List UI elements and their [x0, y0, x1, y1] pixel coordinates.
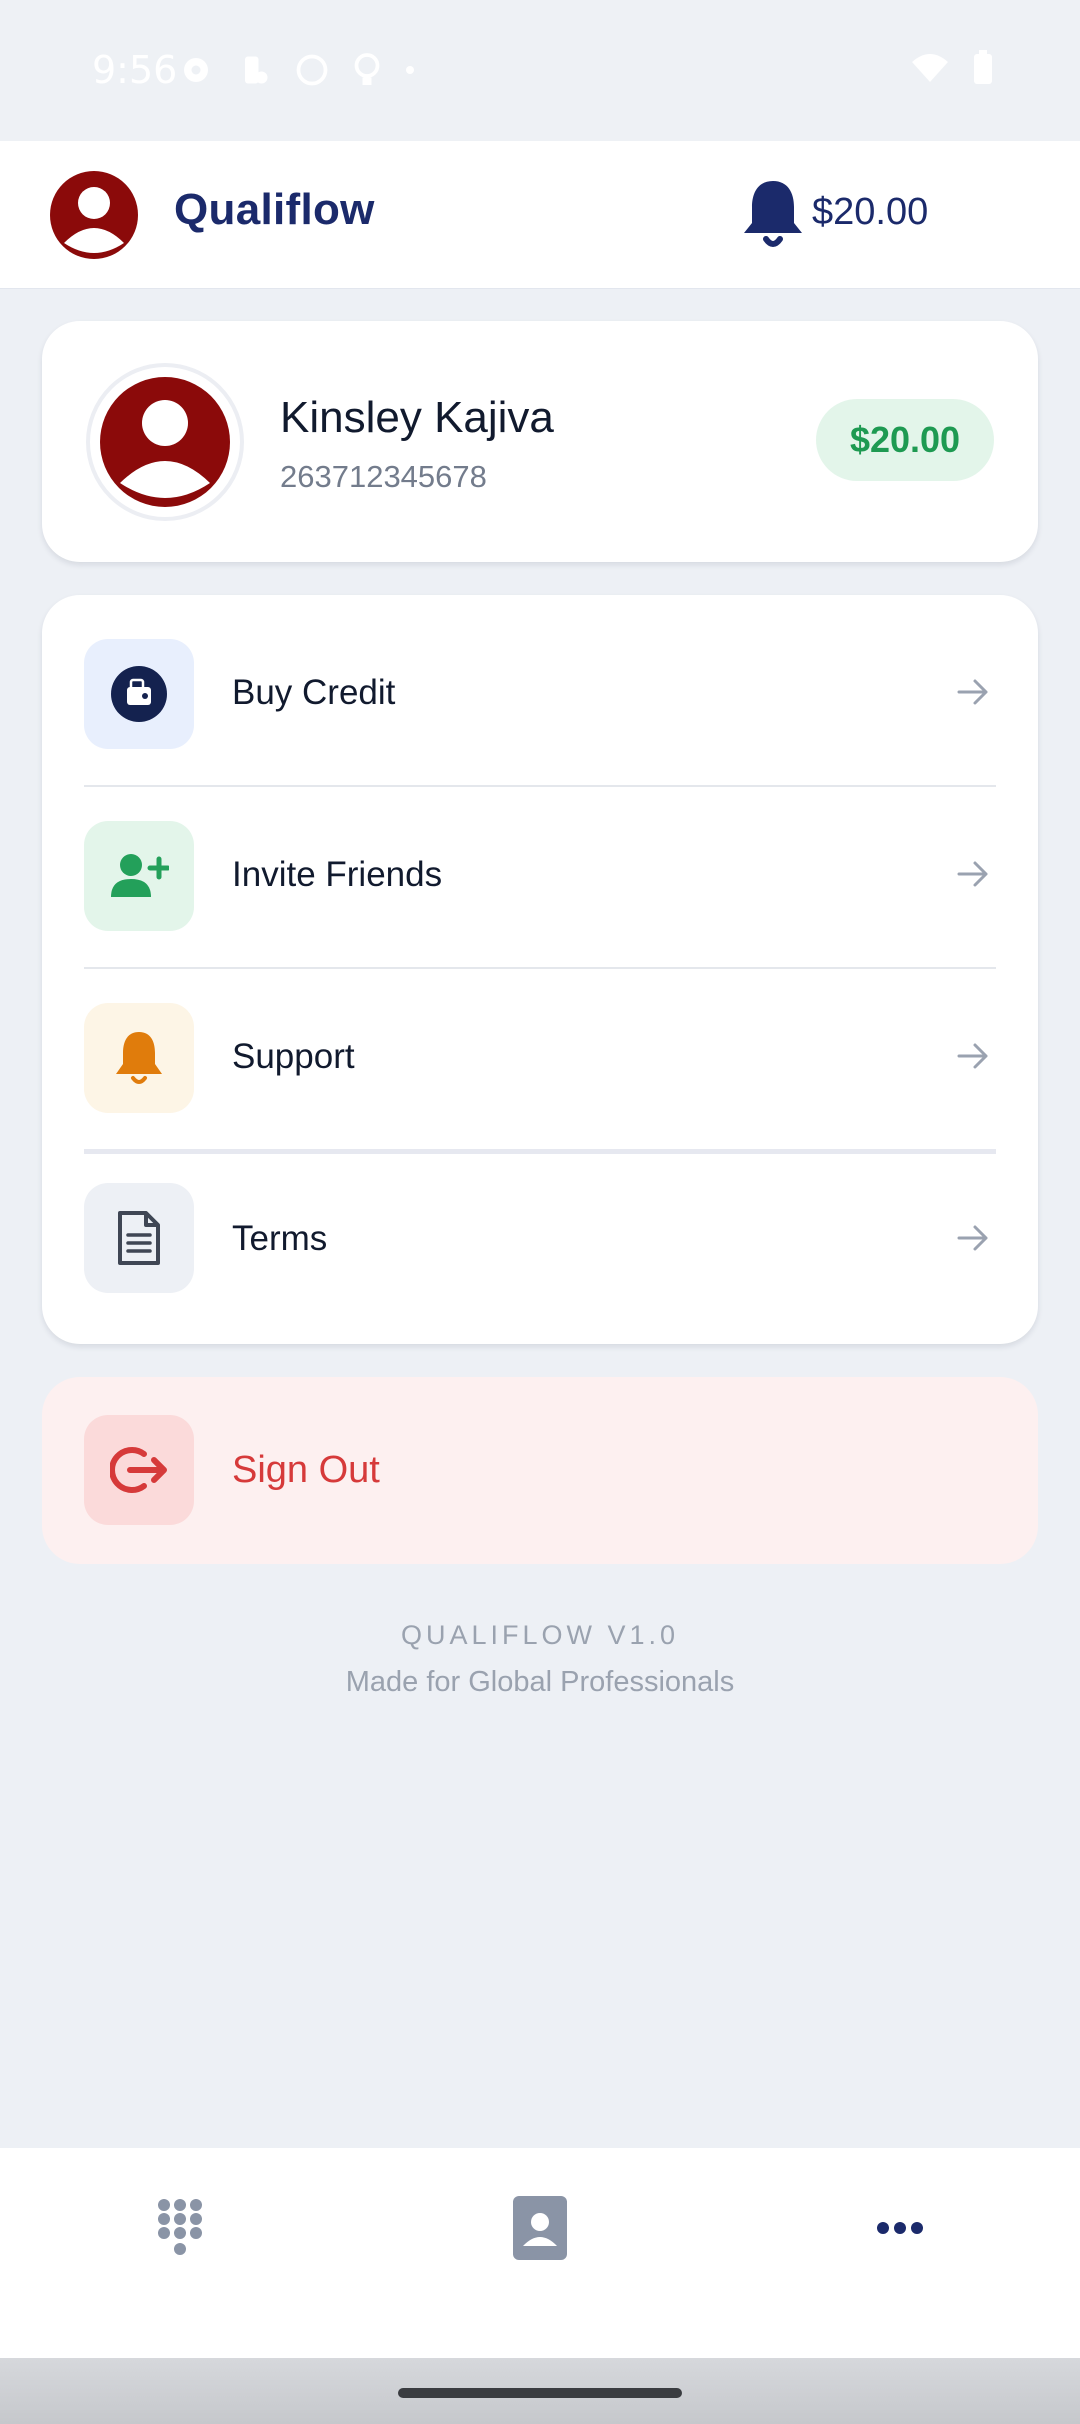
wallet-icon — [111, 666, 167, 722]
status-time: 9:56 — [92, 48, 178, 92]
user-plus-icon — [111, 854, 169, 897]
nav-dialpad[interactable] — [120, 2178, 240, 2278]
battery-icon — [974, 50, 992, 84]
balance-badge: $20.00 — [816, 399, 994, 481]
arrow-right-icon — [957, 1225, 988, 1251]
header-balance: $20.00 — [812, 191, 929, 233]
arrow-right-icon — [957, 679, 988, 705]
menu-item-support[interactable]: Support — [42, 959, 1038, 1141]
arrow-right-icon — [957, 861, 988, 887]
user-avatar-icon — [100, 377, 230, 507]
home-handle[interactable] — [398, 2388, 682, 2398]
app-version: QUALIFLOW V1.0 — [400, 1620, 680, 1650]
battery-saver-icon — [245, 56, 268, 84]
bulb-icon — [354, 53, 380, 85]
status-right — [910, 50, 994, 86]
invite-friends-icon-box — [84, 821, 194, 931]
menu-item-label: Support — [232, 1037, 355, 1076]
menu-item-label: Buy Credit — [232, 673, 396, 712]
status-icons — [178, 52, 416, 88]
dialpad-icon — [158, 2199, 202, 2255]
bottom-nav — [0, 2148, 1080, 2358]
gesture-bar — [0, 2358, 1080, 2424]
menu-item-terms[interactable]: Terms — [42, 1147, 1038, 1329]
notification-bell-icon[interactable] — [742, 177, 804, 249]
logout-icon — [110, 1447, 167, 1493]
terms-icon-box — [84, 1183, 194, 1293]
dot-icon — [406, 66, 414, 74]
more-icon — [877, 2222, 923, 2234]
sign-out-icon-box — [84, 1415, 194, 1525]
bell-icon — [116, 1032, 162, 1084]
document-icon — [118, 1211, 160, 1265]
sign-out-button[interactable]: Sign Out — [42, 1377, 1038, 1564]
settings-icon — [184, 58, 208, 82]
app-logo-avatar-icon — [50, 171, 138, 259]
profile-phone: 263712345678 — [280, 459, 487, 494]
contacts-icon — [513, 2196, 567, 2260]
menu-item-buy-credit[interactable]: Buy Credit — [42, 595, 1038, 777]
menu-card: Buy Credit Invite Friends Support Terms — [42, 595, 1038, 1344]
app-tagline: Made for Global Professionals — [345, 1666, 735, 1698]
profile-name: Kinsley Kajiva — [280, 393, 554, 442]
menu-item-label: Terms — [232, 1219, 328, 1258]
buy-credit-icon-box — [84, 639, 194, 749]
face-icon — [296, 54, 328, 86]
support-icon-box — [84, 1003, 194, 1113]
nav-more[interactable] — [840, 2178, 960, 2278]
app-title: Qualiflow — [174, 185, 375, 234]
avatar — [86, 363, 244, 521]
menu-item-invite-friends[interactable]: Invite Friends — [42, 777, 1038, 959]
sign-out-label: Sign Out — [232, 1449, 380, 1491]
status-bar: 9:56 — [0, 0, 1080, 141]
wifi-icon — [912, 54, 948, 82]
arrow-right-icon — [957, 1043, 988, 1069]
profile-card: Kinsley Kajiva 263712345678 $20.00 — [42, 321, 1038, 562]
app-header: Qualiflow $20.00 — [0, 141, 1080, 289]
menu-item-label: Invite Friends — [232, 855, 443, 894]
nav-contacts[interactable] — [480, 2178, 600, 2278]
